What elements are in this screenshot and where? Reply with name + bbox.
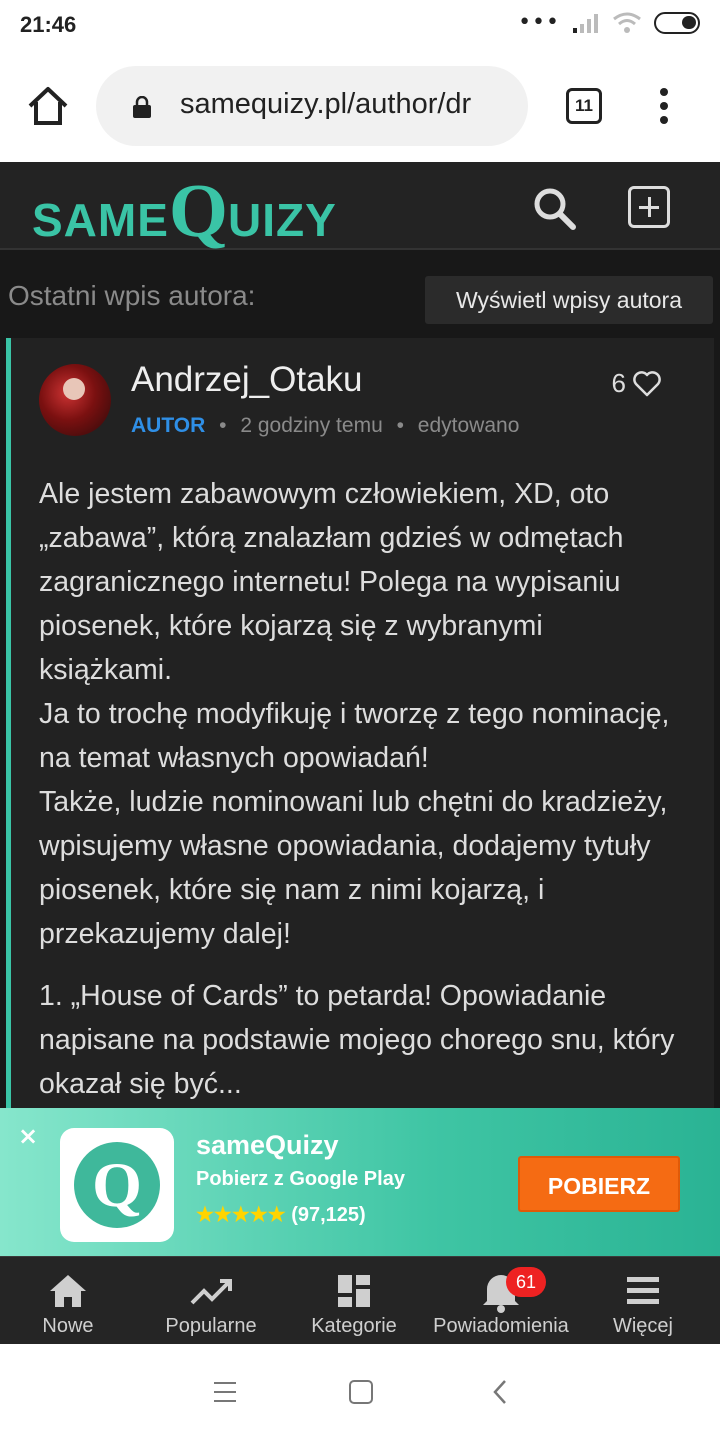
author-name[interactable]: Andrzej_Otaku <box>131 360 363 400</box>
app-subtitle: Pobierz z Google Play <box>196 1168 405 1190</box>
hamburger-icon <box>627 1277 659 1304</box>
more-dots-icon: ••• <box>518 10 560 35</box>
like-count: 6 <box>611 368 626 398</box>
status-icons: ••• <box>518 12 700 34</box>
address-bar[interactable]: samequizy.pl/author/dr <box>96 66 528 146</box>
app-install-banner: × Q sameQuizy Pobierz z Google Play ★★★★… <box>0 1108 720 1256</box>
categories-icon <box>338 1275 370 1307</box>
back-icon[interactable] <box>490 1378 510 1406</box>
edited-label: edytowano <box>417 414 520 437</box>
bottom-nav: Nowe Popularne Kategorie Powiadomienia 6… <box>0 1256 720 1344</box>
system-nav-bar <box>0 1344 720 1440</box>
post-time: 2 godziny temu <box>240 414 383 437</box>
post-body: Ale jestem zabawowym człowiekiem, XD, ot… <box>39 472 679 1124</box>
samequizy-logo[interactable]: SAMEQUIZY <box>32 168 337 255</box>
app-rating: ★★★★★ (97,125) <box>196 1202 366 1227</box>
rating-count: (97,125) <box>291 1204 366 1226</box>
rating-stars-icon: ★★★★★ <box>196 1204 286 1226</box>
show-author-posts-button[interactable]: Wyświetl wpisy autora <box>425 276 713 324</box>
nav-item-powiadomienia[interactable]: Powiadomienia 61 <box>426 1257 576 1345</box>
notification-badge: 61 <box>506 1267 546 1297</box>
home-icon[interactable] <box>26 84 70 128</box>
lock-icon <box>133 96 151 118</box>
system-home-icon[interactable] <box>349 1380 373 1404</box>
browser-toolbar: samequizy.pl/author/dr 11 <box>0 52 720 162</box>
avatar[interactable] <box>39 364 111 436</box>
author-role-badge: AUTOR <box>131 414 206 437</box>
battery-icon <box>654 12 700 34</box>
post-card: Andrzej_Otaku 6 AUTOR • 2 godziny temu •… <box>6 338 714 1128</box>
bell-icon <box>483 1275 519 1313</box>
wifi-icon <box>613 12 641 33</box>
browser-menu-icon[interactable] <box>652 88 676 128</box>
app-name: sameQuizy <box>196 1130 339 1160</box>
app-icon: Q <box>60 1128 174 1242</box>
url-text: samequizy.pl/author/dr <box>180 88 472 120</box>
status-time: 21:46 <box>20 12 77 37</box>
download-button[interactable]: POBIERZ <box>518 1156 680 1212</box>
nav-item-popularne[interactable]: Popularne <box>150 1257 272 1345</box>
status-bar: 21:46 ••• <box>0 0 720 52</box>
home-icon <box>50 1275 86 1307</box>
search-icon[interactable] <box>530 184 578 232</box>
site-header: SAMEQUIZY <box>0 162 720 253</box>
nav-item-nowe[interactable]: Nowe <box>28 1257 108 1345</box>
tab-switcher-button[interactable]: 11 <box>566 88 602 124</box>
post-paragraph: 1. „House of Cards” to petarda! Opowiada… <box>39 980 675 1100</box>
section-title: Ostatni wpis autora: <box>8 280 256 311</box>
like-button[interactable]: 6 <box>612 368 662 399</box>
trending-icon <box>190 1279 232 1305</box>
nav-item-kategorie[interactable]: Kategorie <box>304 1257 404 1345</box>
add-quiz-icon[interactable] <box>628 186 670 228</box>
recent-apps-icon[interactable] <box>214 1382 236 1409</box>
post-meta: AUTOR • 2 godziny temu • edytowano <box>131 414 520 437</box>
signal-icon <box>573 14 598 33</box>
close-icon[interactable]: × <box>18 1122 38 1150</box>
post-paragraph: Ale jestem zabawowym człowiekiem, XD, ot… <box>39 478 670 950</box>
heart-icon <box>633 370 661 396</box>
nav-item-wiecej[interactable]: Więcej <box>604 1257 682 1345</box>
